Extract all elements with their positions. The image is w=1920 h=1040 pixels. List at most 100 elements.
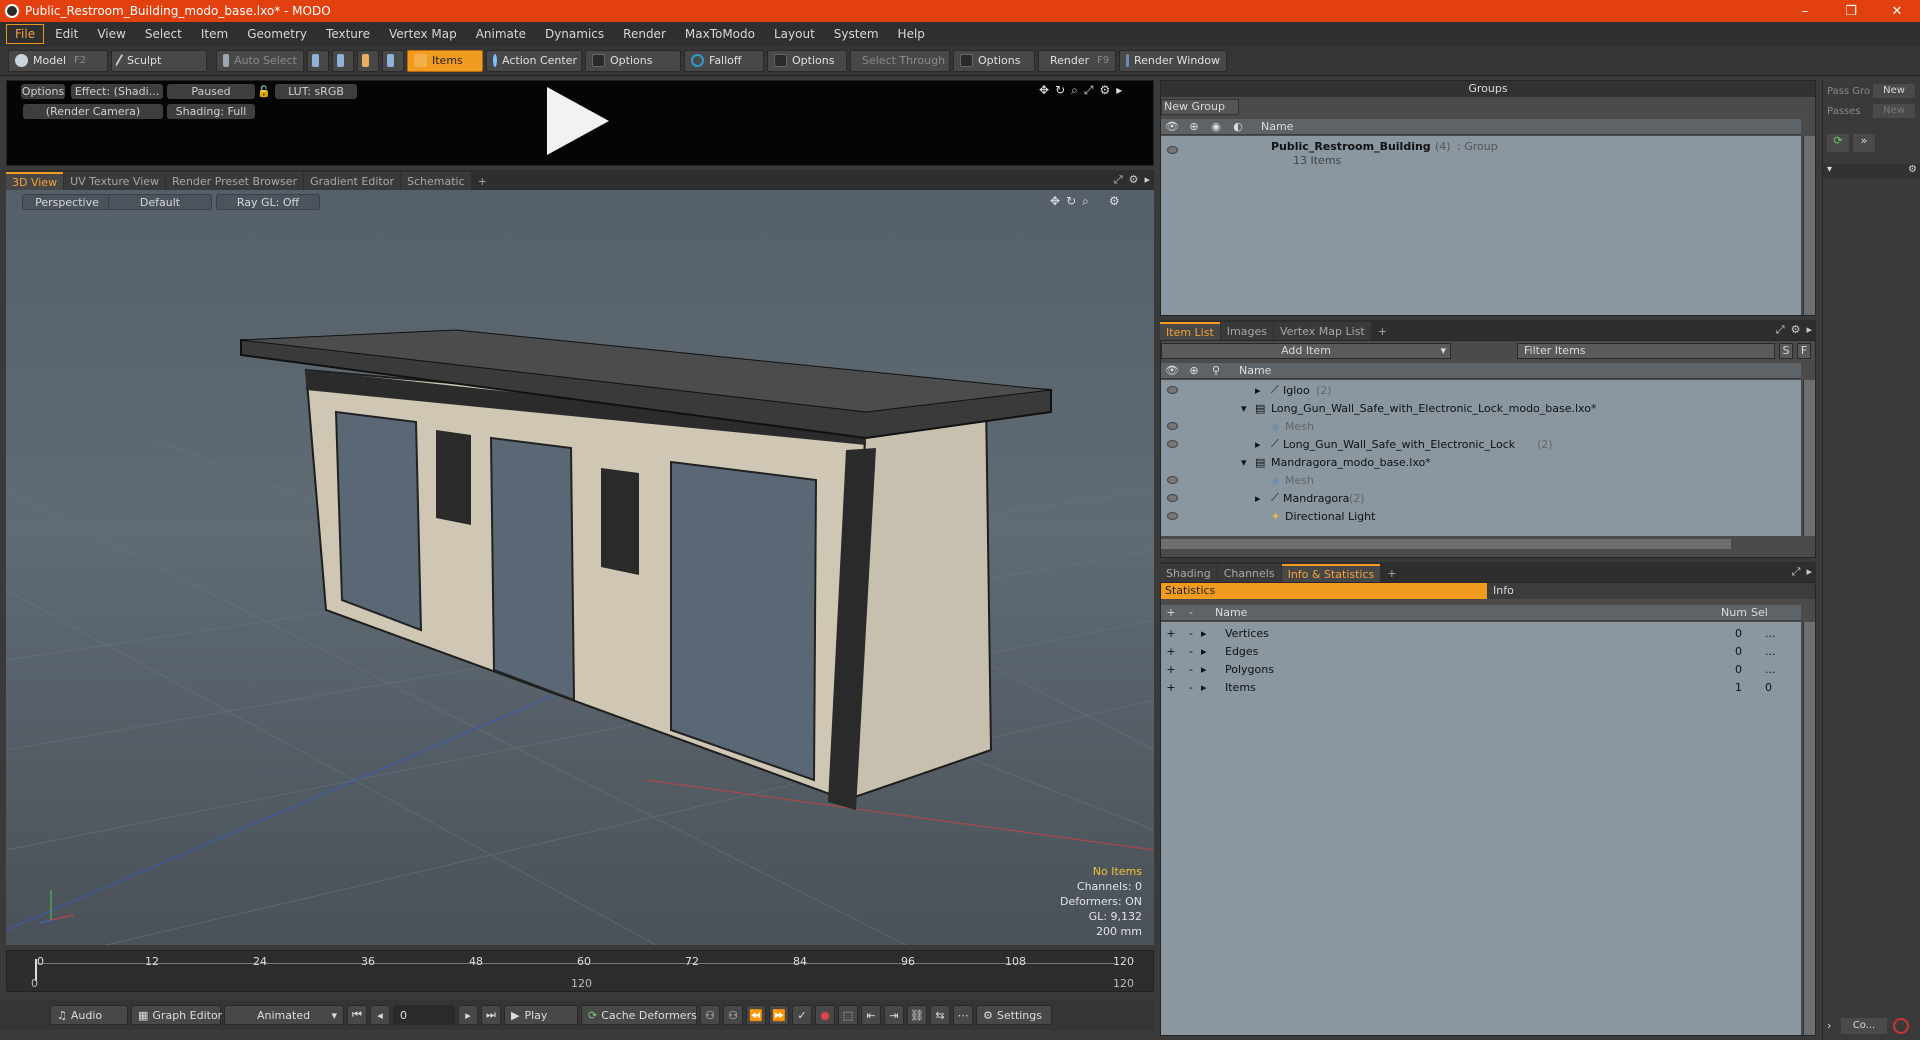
menu-texture[interactable]: Texture xyxy=(318,25,378,43)
arrow-right-icon[interactable]: ▸ xyxy=(1144,173,1150,187)
tab-shading[interactable]: Shading xyxy=(1160,564,1217,582)
remove-icon[interactable]: - xyxy=(1181,663,1201,676)
expand-icon[interactable]: ▸ xyxy=(1255,492,1261,505)
raygl-toggle[interactable]: Ray GL: Off xyxy=(216,194,320,210)
gear-icon[interactable]: ⚙ xyxy=(1908,164,1917,175)
menu-animate[interactable]: Animate xyxy=(468,25,534,43)
polygons-mode-button[interactable] xyxy=(357,49,379,72)
menu-dynamics[interactable]: Dynamics xyxy=(537,25,612,43)
add-icon[interactable]: + xyxy=(1161,663,1181,676)
expand-icon[interactable]: ▸ xyxy=(1201,627,1215,640)
menu-help[interactable]: Help xyxy=(890,25,933,43)
auto-key-button[interactable]: ✓ xyxy=(792,1005,812,1025)
preview-lut-dropdown[interactable]: LUT: sRGB xyxy=(275,84,357,99)
collapse-icon[interactable]: ▾ xyxy=(1241,402,1247,415)
link-button[interactable]: ⛓ xyxy=(907,1005,927,1025)
select-through-options-button[interactable]: Options xyxy=(953,49,1035,72)
close-button[interactable]: ✕ xyxy=(1874,0,1920,22)
menu-render[interactable]: Render xyxy=(615,25,674,43)
menu-system[interactable]: System xyxy=(826,25,887,43)
item-row-safe[interactable]: ▸ ⟋ Long_Gun_Wall_Safe_with_Electronic_Loc… xyxy=(1161,435,1801,453)
expand-icon[interactable]: ▸ xyxy=(1201,681,1215,694)
collapse-icon[interactable]: ▾ xyxy=(1241,456,1247,469)
filter-items-input[interactable]: Filter Items xyxy=(1517,343,1775,359)
item-row-directional-light[interactable]: ✦ Directional Light xyxy=(1161,507,1801,525)
tab-images[interactable]: Images xyxy=(1220,322,1273,340)
item-row-scene-mandragora[interactable]: ▾ ▤ Mandragora_modo_base.lxo* xyxy=(1161,453,1801,471)
3d-viewport[interactable]: Perspective Default Ray GL: Off ✥ ↻ ⌕ ⚙ … xyxy=(6,190,1154,945)
key-prev-button[interactable]: ⇤ xyxy=(861,1005,881,1025)
cache-deformers-button[interactable]: ⟳ Cache Deformers xyxy=(581,1005,697,1025)
arrow-right-icon[interactable]: ▸ xyxy=(1806,323,1812,337)
eye-icon[interactable] xyxy=(1167,440,1178,448)
add-tab-button[interactable]: + xyxy=(1381,564,1402,582)
tab-gradient-editor[interactable]: Gradient Editor xyxy=(304,172,400,190)
forward-icon[interactable]: » xyxy=(1853,134,1875,152)
play-button[interactable]: ▶ Play xyxy=(504,1005,578,1025)
audio-button[interactable]: ♫ Audio xyxy=(50,1005,128,1025)
current-frame-input[interactable]: 0 xyxy=(393,1005,455,1025)
eye-icon[interactable] xyxy=(1167,476,1178,484)
go-to-end-button[interactable]: ⏭ xyxy=(481,1005,501,1025)
keyframe-tool-2[interactable]: ⚇ xyxy=(723,1005,743,1025)
expand-icon[interactable]: ▸ xyxy=(1255,438,1261,451)
step-back-button[interactable]: ◂ xyxy=(370,1005,390,1025)
materials-mode-button[interactable] xyxy=(382,49,404,72)
arrow-right-icon[interactable]: › xyxy=(1827,1019,1831,1032)
stat-row-vertices[interactable]: + - ▸ Vertices 0... xyxy=(1161,624,1801,642)
new-pass-group-button[interactable]: New xyxy=(1873,84,1915,98)
items-mode-button[interactable]: Items xyxy=(407,49,483,72)
stop-icon[interactable] xyxy=(1893,1018,1909,1034)
eye-icon[interactable] xyxy=(1167,494,1178,502)
rotate-icon[interactable]: ↻ xyxy=(1066,194,1076,209)
fullscreen-icon[interactable]: ⤢ xyxy=(1792,565,1801,579)
filter-s-toggle[interactable]: S xyxy=(1779,343,1793,359)
item-list-scrollbar[interactable] xyxy=(1803,380,1815,536)
stat-row-edges[interactable]: + - ▸ Edges 0... xyxy=(1161,642,1801,660)
tab-3d-view[interactable]: 3D View xyxy=(6,172,64,190)
groups-scrollbar[interactable] xyxy=(1803,136,1815,315)
item-row-mesh[interactable]: ◈ Mesh xyxy=(1161,471,1801,489)
maximize-button[interactable]: ❐ xyxy=(1828,0,1874,22)
add-tab-button[interactable]: + xyxy=(1372,322,1393,340)
tab-vertex-map-list[interactable]: Vertex Map List xyxy=(1273,322,1371,340)
render-button[interactable]: Render F9 xyxy=(1038,49,1116,72)
co-button[interactable]: Co... xyxy=(1841,1018,1887,1034)
record-button[interactable]: ● xyxy=(815,1005,835,1025)
fullscreen-icon[interactable]: ⤢ xyxy=(1084,83,1094,98)
preview-options-button[interactable]: Options xyxy=(21,84,65,99)
menu-vertex-map[interactable]: Vertex Map xyxy=(381,25,465,43)
expand-icon[interactable]: ▸ xyxy=(1201,645,1215,658)
next-key-button[interactable]: ⏩ xyxy=(769,1005,789,1025)
menu-edit[interactable]: Edit xyxy=(47,25,86,43)
falloff-button[interactable]: Falloff xyxy=(684,49,764,72)
timeline[interactable]: 0 12 24 36 48 60 72 84 96 108 120 0 120 … xyxy=(6,950,1154,992)
item-row-igloo[interactable]: ▸ ⟋ Igloo (2) xyxy=(1161,381,1801,399)
eye-icon[interactable] xyxy=(1167,512,1178,520)
statistics-scrollbar[interactable] xyxy=(1803,622,1815,1035)
filter-f-toggle[interactable]: F xyxy=(1797,343,1811,359)
remove-icon[interactable]: - xyxy=(1181,645,1201,658)
fullscreen-icon[interactable]: ⤢ xyxy=(1114,173,1123,187)
new-group-button[interactable]: New Group xyxy=(1161,99,1239,115)
sculpt-button[interactable]: Sculpt xyxy=(111,49,207,72)
zoom-icon[interactable]: ⌕ xyxy=(1082,194,1089,209)
tab-uv-texture-view[interactable]: UV Texture View xyxy=(64,172,166,190)
graph-editor-button[interactable]: ▦ Graph Editor xyxy=(131,1005,222,1025)
item-row-mesh[interactable]: ◈ Mesh xyxy=(1161,417,1801,435)
preview-effect-dropdown[interactable]: Effect: (Shadi... xyxy=(71,84,163,99)
tab-item-list[interactable]: Item List xyxy=(1160,322,1220,340)
vertices-mode-button[interactable] xyxy=(307,49,329,72)
item-row-mandragora[interactable]: ▸ ⟋ Mandragora (2) xyxy=(1161,489,1801,507)
gear-icon[interactable]: ⚙ xyxy=(1099,83,1110,98)
eye-icon[interactable] xyxy=(1167,146,1178,154)
action-center-options-button[interactable]: Options xyxy=(585,49,681,72)
add-item-dropdown[interactable]: Add Item ▾ xyxy=(1161,343,1451,359)
remove-icon[interactable]: - xyxy=(1181,681,1201,694)
preview-paused-button[interactable]: Paused xyxy=(167,84,255,99)
select-through-button[interactable]: Select Through xyxy=(850,49,950,72)
chevron-down-icon[interactable]: ▾ xyxy=(1827,164,1832,175)
key-next-button[interactable]: ⇥ xyxy=(884,1005,904,1025)
expand-icon[interactable]: ▸ xyxy=(1201,663,1215,676)
stat-row-polygons[interactable]: + - ▸ Polygons 0... xyxy=(1161,660,1801,678)
